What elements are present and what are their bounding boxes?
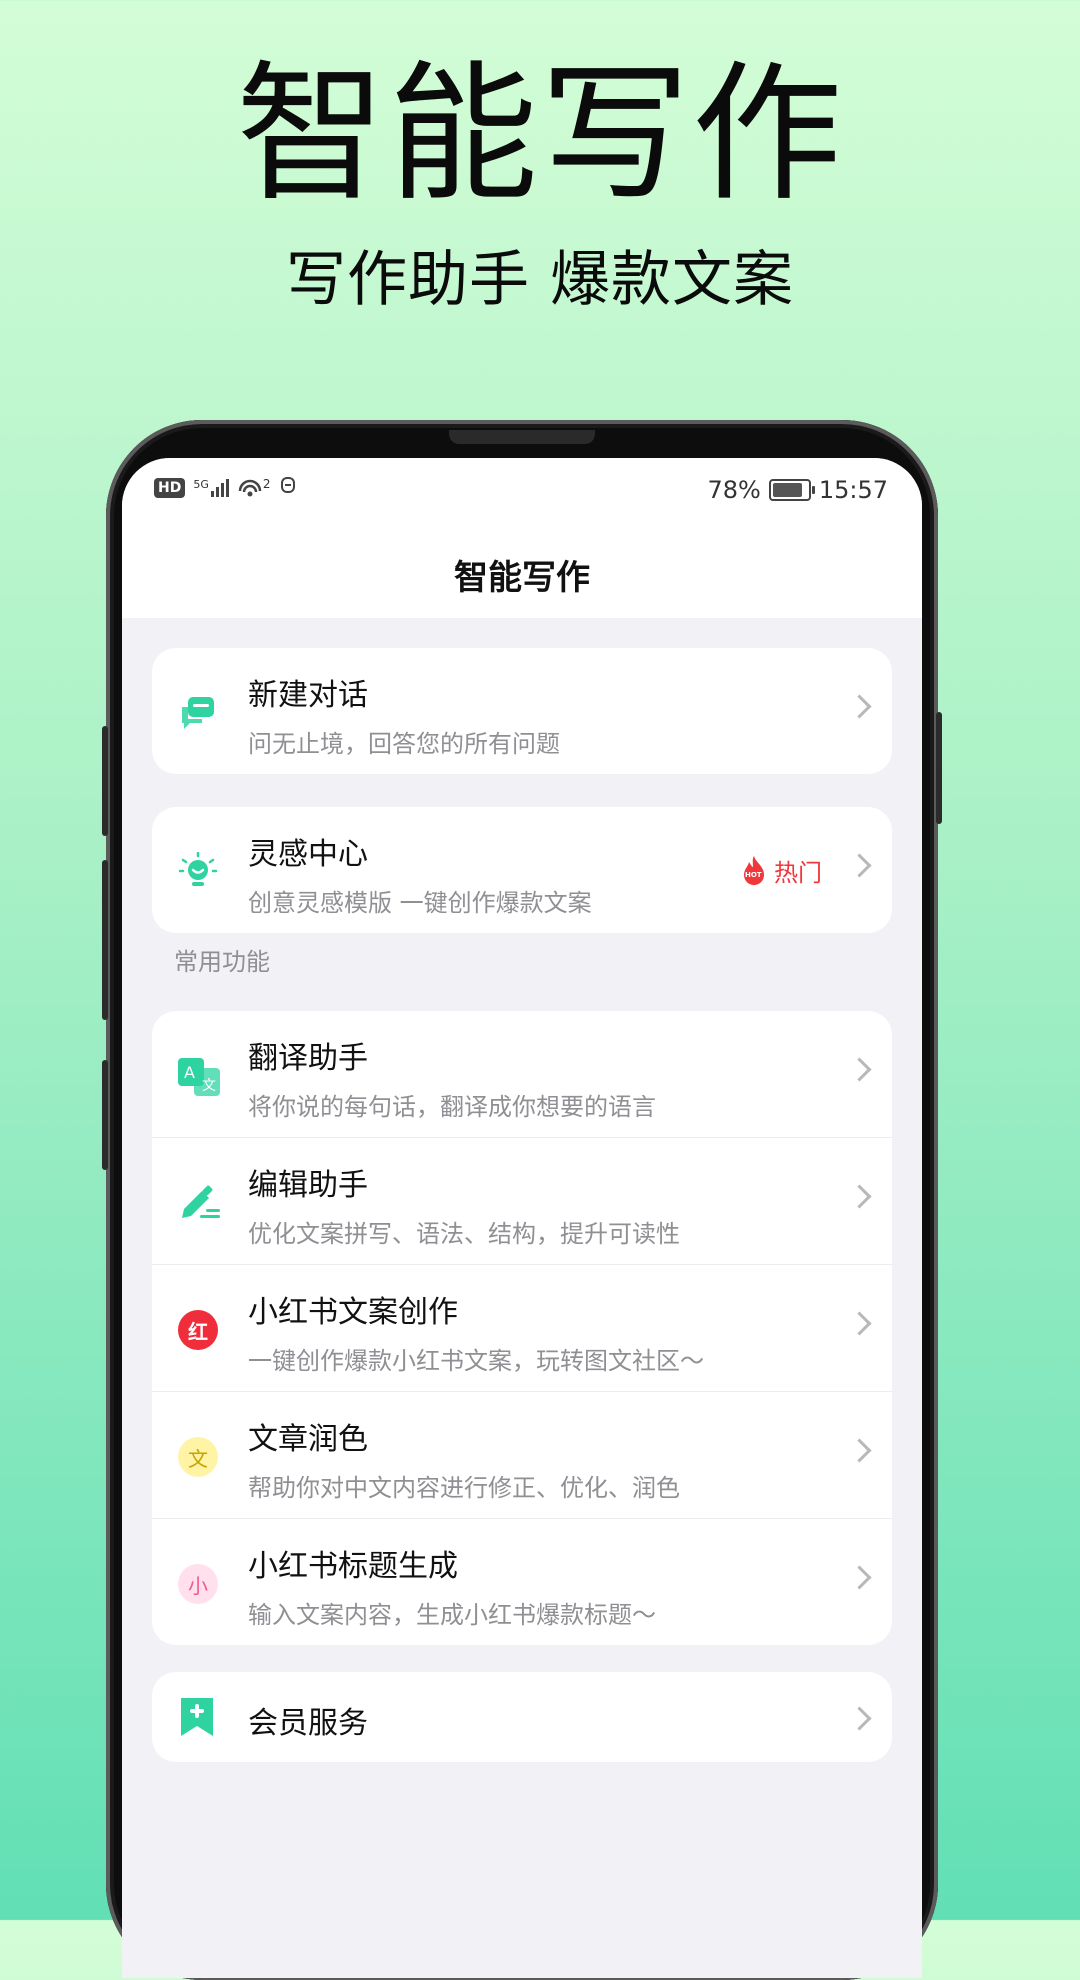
title-gen-icon: 小 bbox=[178, 1564, 218, 1604]
list-item-edit[interactable]: 编辑助手 优化文案拼写、语法、结构，提升可读性 bbox=[152, 1137, 892, 1264]
new-chat-title: 新建对话 bbox=[248, 678, 368, 713]
list-item-red-book[interactable]: 红 小红书文案创作 一键创作爆款小红书文案，玩转图文社区～ bbox=[152, 1264, 892, 1391]
translate-icon: A 文 bbox=[178, 1056, 220, 1096]
volume-button bbox=[102, 726, 108, 836]
hero-subtitle: 写作助手 爆款文案 bbox=[285, 245, 795, 315]
list-item-title: 文章润色 bbox=[248, 1422, 368, 1457]
battery-percent: 78% bbox=[707, 476, 761, 504]
chevron-right-icon bbox=[847, 853, 872, 878]
wifi-number: 2 bbox=[262, 477, 271, 491]
app-header: HD 5G 2 78% 15:57 智能写作 bbox=[122, 458, 922, 618]
chevron-right-icon bbox=[847, 1057, 872, 1082]
network-type: 5G bbox=[193, 478, 209, 491]
flame-icon: HOT bbox=[740, 855, 768, 887]
list-item-desc: 优化文案拼写、语法、结构，提升可读性 bbox=[248, 1220, 680, 1248]
new-chat-desc: 问无止境，回答您的所有问题 bbox=[248, 730, 560, 758]
volume-button bbox=[102, 1060, 108, 1170]
phone-frame: HD 5G 2 78% 15:57 智能写作 新建对话 问无止境，回答您的所有问… bbox=[102, 420, 942, 1980]
inspiration-title: 灵感中心 bbox=[248, 837, 368, 872]
svg-text:A: A bbox=[184, 1063, 195, 1082]
list-item-title: 编辑助手 bbox=[248, 1168, 368, 1203]
list-item-translate[interactable]: A 文 翻译助手 将你说的每句话，翻译成你想要的语言 bbox=[152, 1011, 892, 1137]
list-item-title: 小红书标题生成 bbox=[248, 1549, 458, 1584]
inspiration-desc: 创意灵感模版 一键创作爆款文案 bbox=[248, 889, 592, 917]
volume-button bbox=[102, 860, 108, 1020]
list-item-title: 翻译助手 bbox=[248, 1041, 368, 1076]
bookmark-plus-icon bbox=[178, 1696, 216, 1742]
earpiece bbox=[449, 430, 595, 444]
inspiration-card[interactable]: 灵感中心 创意灵感模版 一键创作爆款文案 HOT 热门 bbox=[152, 807, 892, 933]
chevron-right-icon bbox=[847, 1565, 872, 1590]
list-item-desc: 输入文案内容，生成小红书爆款标题～ bbox=[248, 1601, 656, 1629]
list-item-desc: 将你说的每句话，翻译成你想要的语言 bbox=[248, 1093, 656, 1121]
functions-card: A 文 翻译助手 将你说的每句话，翻译成你想要的语言 编辑助手 优化文案拼写、语… bbox=[152, 1011, 892, 1645]
list-item-title: 小红书文案创作 bbox=[248, 1295, 458, 1330]
membership-card[interactable]: 会员服务 bbox=[152, 1672, 892, 1762]
list-item-desc: 帮助你对中文内容进行修正、优化、润色 bbox=[248, 1474, 680, 1502]
clock-time: 15:57 bbox=[818, 476, 888, 504]
hd-badge: HD bbox=[154, 478, 186, 498]
section-label: 常用功能 bbox=[174, 948, 270, 976]
list-item-polish[interactable]: 文 文章润色 帮助你对中文内容进行修正、优化、润色 bbox=[152, 1391, 892, 1518]
hot-label: 热门 bbox=[774, 859, 822, 887]
hero-title: 智能写作 bbox=[235, 48, 844, 222]
chevron-right-icon bbox=[847, 694, 872, 719]
status-bar: HD 5G 2 78% 15:57 bbox=[122, 458, 922, 528]
new-chat-card[interactable]: 新建对话 问无止境，回答您的所有问题 bbox=[152, 648, 892, 774]
power-button bbox=[936, 712, 942, 824]
battery-icon bbox=[768, 479, 815, 501]
membership-title: 会员服务 bbox=[248, 1706, 368, 1741]
wifi-icon: 2 bbox=[237, 477, 271, 499]
signal-icon: 5G bbox=[193, 479, 229, 497]
text-polish-icon: 文 bbox=[178, 1437, 218, 1477]
red-book-icon: 红 bbox=[178, 1310, 218, 1350]
chevron-right-icon bbox=[847, 1311, 872, 1336]
edit-pen-icon bbox=[178, 1183, 220, 1223]
list-item-title-gen[interactable]: 小 小红书标题生成 输入文案内容，生成小红书爆款标题～ bbox=[152, 1518, 892, 1645]
chevron-right-icon bbox=[847, 1438, 872, 1463]
chat-bubble-icon bbox=[178, 693, 218, 733]
phone-screen: HD 5G 2 78% 15:57 智能写作 新建对话 问无止境，回答您的所有问… bbox=[122, 458, 922, 1978]
svg-text:文: 文 bbox=[202, 1078, 216, 1094]
lightbulb-icon bbox=[178, 851, 218, 892]
nfc-icon bbox=[279, 474, 297, 502]
list-item-desc: 一键创作爆款小红书文案，玩转图文社区～ bbox=[248, 1347, 704, 1375]
chevron-right-icon bbox=[847, 1184, 872, 1209]
hot-badge-text: HOT bbox=[745, 870, 762, 879]
page-title: 智能写作 bbox=[454, 558, 590, 598]
hot-badge: HOT 热门 bbox=[740, 853, 822, 888]
chevron-right-icon bbox=[847, 1706, 872, 1731]
